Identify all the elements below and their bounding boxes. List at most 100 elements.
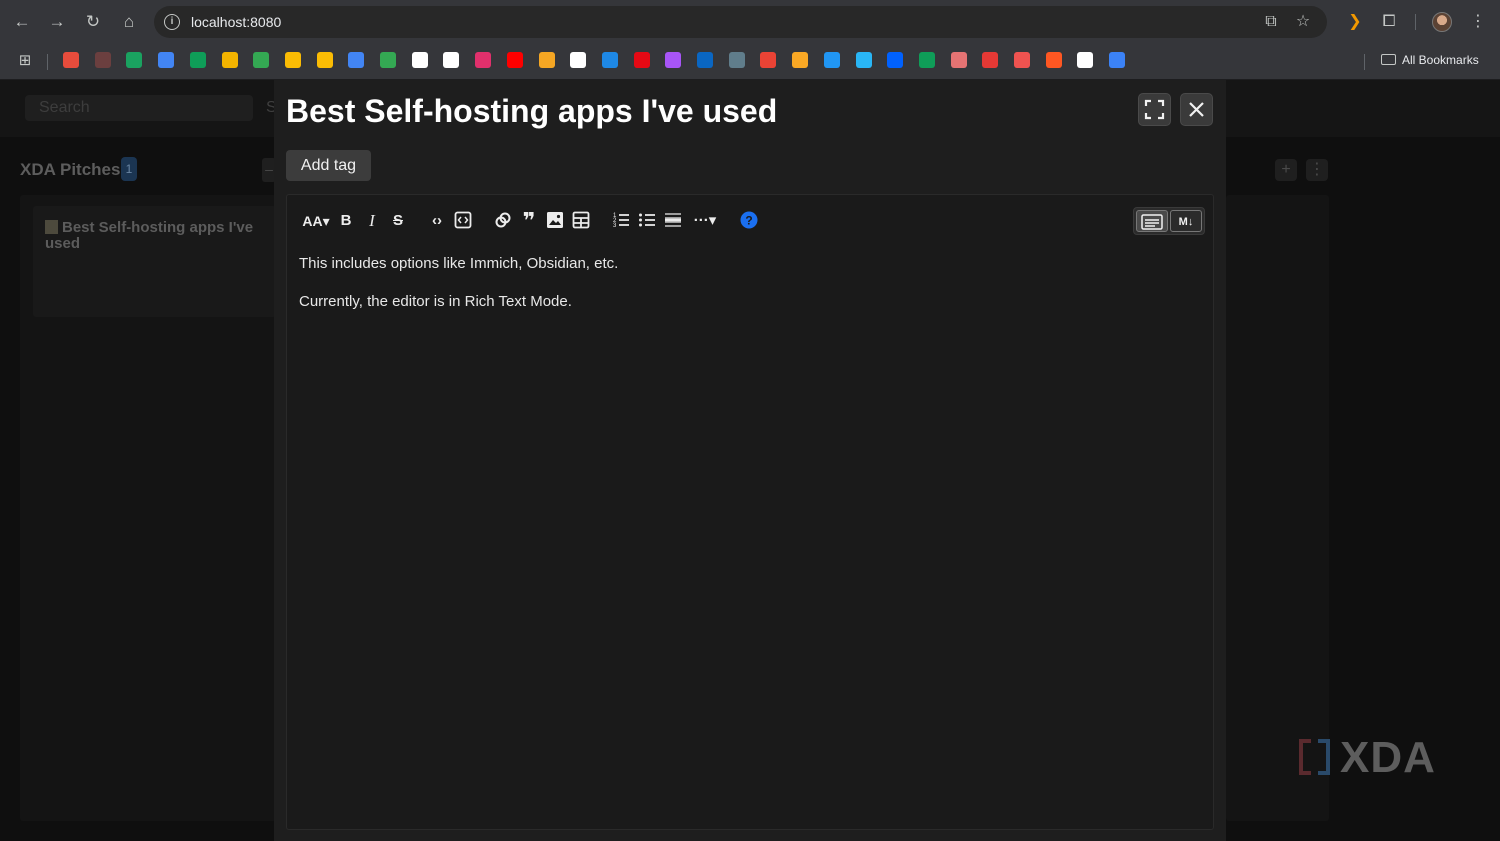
bookmark-favicon-icon[interactable] — [63, 52, 79, 68]
editor[interactable]: AA▾ B I S ‹› ❞ 123 ···▾ ? M↓ This includ… — [286, 194, 1214, 830]
memo-icon — [45, 220, 58, 234]
bookmark-favicon-icon[interactable] — [855, 52, 872, 68]
url-text[interactable]: localhost:8080 — [191, 14, 281, 30]
card-title: Best Self-hosting apps I've used — [45, 219, 254, 252]
column-menu-icon[interactable]: ⋮ — [1306, 159, 1328, 181]
board-card[interactable]: Best Self-hosting apps I've used — [33, 206, 276, 317]
code-block-icon[interactable] — [453, 211, 473, 231]
bullet-list-icon[interactable] — [637, 211, 657, 231]
content-paragraph: This includes options like Immich, Obsid… — [299, 255, 619, 272]
reload-icon[interactable]: ↻ — [82, 11, 104, 33]
bookmark-favicon-icon[interactable] — [1014, 52, 1030, 68]
svg-text:?: ? — [745, 214, 752, 228]
bookmark-favicon-icon[interactable] — [1045, 52, 1062, 68]
bookmark-favicon-icon[interactable] — [728, 52, 745, 68]
board-column-right — [1226, 195, 1329, 821]
rich-text-icon — [1141, 214, 1163, 230]
table-icon[interactable] — [571, 211, 591, 231]
bookmark-favicon-icon[interactable] — [887, 52, 904, 68]
add-tag-button[interactable]: Add tag — [286, 150, 371, 181]
editor-content[interactable]: This includes options like Immich, Obsid… — [299, 255, 1199, 331]
bookmark-favicon-icon[interactable] — [380, 52, 396, 68]
ordered-list-icon[interactable]: 123 — [611, 211, 631, 231]
bookmark-favicon-icon[interactable] — [189, 52, 206, 68]
board-title: XDA Pitches — [20, 160, 121, 179]
extensions-puzzle-icon[interactable]: ⧠ — [1378, 11, 1400, 33]
more-options-dropdown-icon[interactable]: ···▾ — [689, 211, 721, 231]
link-icon[interactable] — [493, 211, 513, 231]
bookmark-favicon-icon[interactable] — [316, 52, 333, 68]
help-icon[interactable]: ? — [739, 211, 759, 231]
bookmark-favicon-icon[interactable] — [348, 52, 365, 68]
note-modal: Best Self-hosting apps I've used Add tag… — [274, 80, 1226, 841]
close-button[interactable] — [1180, 93, 1213, 126]
bookmarks-divider-right — [1364, 54, 1365, 70]
bookmarks-divider — [47, 54, 48, 70]
inline-code-icon[interactable]: ‹› — [427, 211, 447, 231]
quote-icon[interactable]: ❞ — [519, 210, 539, 232]
bookmark-favicon-icon[interactable] — [1077, 52, 1094, 68]
bookmark-favicon-icon[interactable] — [697, 52, 713, 68]
apps-grid-icon[interactable]: ⊞ — [14, 50, 36, 72]
bookmark-favicon-icon[interactable] — [633, 52, 650, 68]
all-bookmarks-button[interactable]: All Bookmarks — [1381, 53, 1479, 67]
browser-toolbar: ← → ↻ ⌂ i localhost:8080 ⧉ ☆ ❯ ⧠ ⋮ — [0, 0, 1500, 44]
bookmark-favicon-icon[interactable] — [411, 52, 428, 68]
close-icon — [1189, 102, 1204, 117]
bookmark-favicon-icon[interactable] — [665, 52, 682, 68]
bookmark-favicon-icon[interactable] — [221, 52, 238, 68]
bookmark-favicon-icon[interactable] — [950, 52, 967, 68]
forward-arrow-icon[interactable]: → — [46, 11, 68, 33]
editor-toolbar: AA▾ B I S ‹› ❞ 123 ···▾ ? M↓ — [287, 195, 1215, 245]
fullscreen-button[interactable] — [1138, 93, 1171, 126]
modal-title[interactable]: Best Self-hosting apps I've used — [286, 93, 777, 130]
bookmark-favicon-icon[interactable] — [443, 52, 460, 68]
bookmark-favicon-icon[interactable] — [94, 52, 111, 68]
site-info-icon[interactable]: i — [164, 14, 180, 30]
editor-mode-toggle: M↓ — [1133, 207, 1205, 235]
xda-watermark-logo: XDA — [1299, 733, 1436, 783]
back-arrow-icon[interactable]: ← — [11, 11, 33, 33]
image-icon[interactable] — [545, 211, 565, 231]
markdown-mode-button[interactable]: M↓ — [1170, 210, 1202, 232]
board-count-badge: 1 — [121, 157, 137, 181]
svg-text:3: 3 — [613, 223, 617, 229]
bookmark-favicon-icon[interactable] — [982, 52, 999, 68]
profile-avatar[interactable] — [1432, 12, 1452, 32]
content-paragraph: Currently, the editor is in Rich Text Mo… — [299, 293, 572, 310]
bookmark-favicon-icon[interactable] — [601, 52, 618, 68]
bookmark-favicon-icon[interactable] — [538, 52, 555, 68]
bookmark-favicon-icon[interactable] — [158, 52, 175, 68]
horizontal-rule-icon[interactable] — [663, 211, 683, 231]
fullscreen-icon — [1144, 99, 1165, 120]
all-bookmarks-label: All Bookmarks — [1402, 53, 1479, 67]
strikethrough-icon[interactable]: S — [389, 211, 407, 231]
font-size-dropdown-icon[interactable]: AA▾ — [301, 211, 331, 231]
install-app-icon[interactable]: ⧉ — [1261, 12, 1281, 32]
address-bar[interactable]: i localhost:8080 ⧉ ☆ — [154, 6, 1327, 38]
bookmark-favicon-icon[interactable] — [792, 52, 809, 68]
bookmark-favicon-icon[interactable] — [918, 52, 935, 68]
board-search-input[interactable]: Search — [25, 95, 253, 121]
extension-icon[interactable]: ❯ — [1344, 11, 1366, 33]
bookmark-favicon-icon[interactable] — [570, 52, 587, 68]
bookmark-favicon-icon[interactable] — [253, 52, 270, 68]
bookmark-star-icon[interactable]: ☆ — [1293, 12, 1313, 32]
bookmark-favicon-icon[interactable] — [475, 52, 492, 68]
bookmark-favicon-icon[interactable] — [1109, 52, 1126, 68]
bookmark-favicon-icon[interactable] — [506, 52, 523, 68]
bookmark-favicon-icon[interactable] — [126, 52, 143, 68]
home-icon[interactable]: ⌂ — [118, 11, 140, 33]
markdown-icon: M↓ — [1178, 216, 1194, 228]
folder-icon — [1381, 54, 1396, 65]
bookmark-favicon-icon[interactable] — [823, 52, 840, 68]
bold-icon[interactable]: B — [337, 211, 355, 231]
rich-text-mode-button[interactable] — [1136, 210, 1168, 232]
browser-menu-icon[interactable]: ⋮ — [1467, 11, 1489, 33]
toolbar-divider — [1415, 14, 1416, 30]
bookmark-favicon-icon[interactable] — [760, 52, 777, 68]
italic-icon[interactable]: I — [363, 211, 381, 231]
bookmark-favicon-icon[interactable] — [284, 52, 301, 68]
bookmarks-bar: ⊞ All Bookmarks — [0, 44, 1500, 80]
add-column-icon[interactable]: + — [1275, 159, 1297, 181]
